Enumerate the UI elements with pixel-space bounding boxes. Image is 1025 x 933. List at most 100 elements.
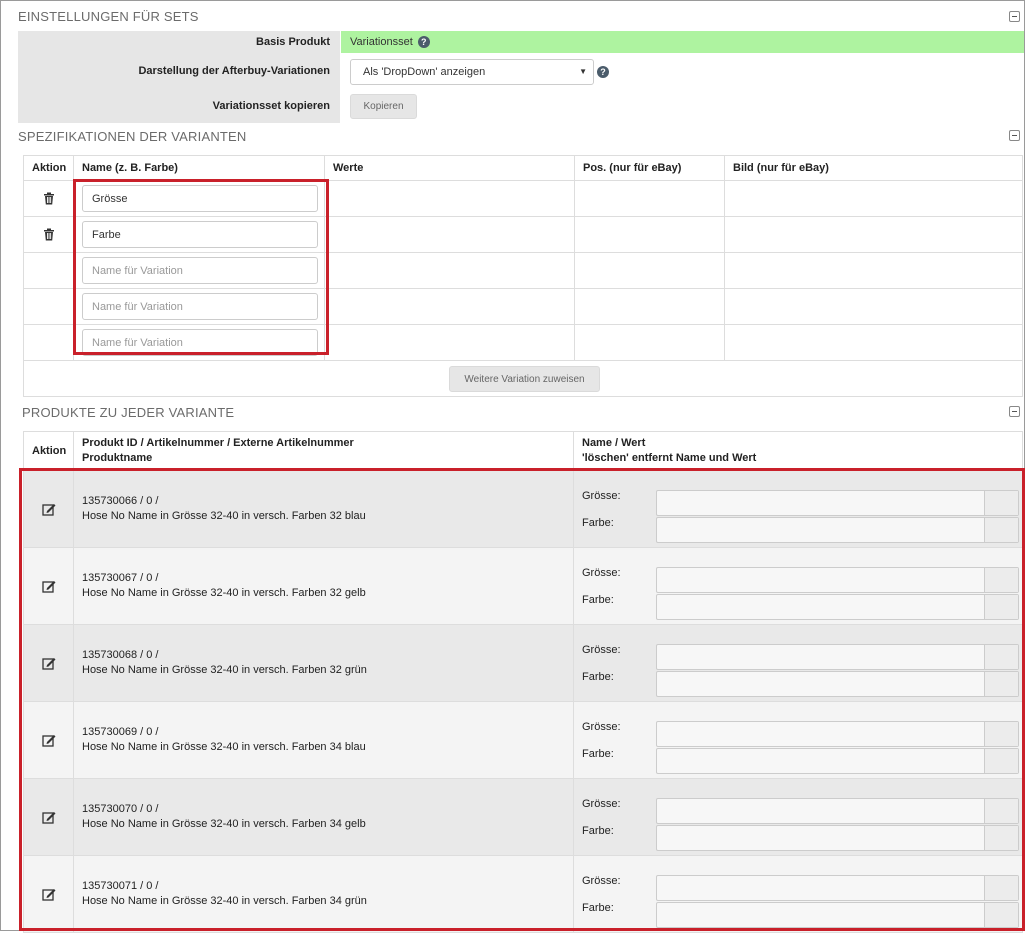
col-werte: Werte <box>324 155 575 181</box>
edit-icon[interactable] <box>41 733 56 747</box>
product-nv-cell: Grösse: Farbe: <box>573 624 1023 702</box>
color-value-input[interactable] <box>656 594 1019 620</box>
kopieren-button[interactable]: Kopieren <box>350 94 417 119</box>
size-label: Grösse: <box>582 567 621 579</box>
product-info-cell: 135730068 / 0 / Hose No Name in Grösse 32… <box>73 624 574 702</box>
product-ids: 135730067 / 0 / <box>82 572 159 584</box>
color-label: Farbe: <box>582 671 614 683</box>
product-info-cell: 135730067 / 0 / Hose No Name in Grösse 32… <box>73 547 574 625</box>
col-pos: Pos. (nur für eBay) <box>574 155 725 181</box>
size-value-input[interactable] <box>656 490 1019 516</box>
product-info-cell: 135730066 / 0 / Hose No Name in Grösse 32… <box>73 470 574 548</box>
specs-header-row: Aktion Name (z. B. Farbe) Werte Pos. (nu… <box>23 155 1023 181</box>
product-row: 135730067 / 0 / Hose No Name in Grösse 32… <box>23 547 1023 625</box>
size-label: Grösse: <box>582 490 621 502</box>
product-action-cell <box>23 547 74 625</box>
color-value-addon[interactable] <box>984 826 1018 850</box>
col-name: Name (z. B. Farbe) <box>73 155 325 181</box>
size-value-addon[interactable] <box>984 645 1018 669</box>
color-label: Farbe: <box>582 825 614 837</box>
collapse-settings-icon[interactable] <box>1009 11 1020 22</box>
color-label: Farbe: <box>582 748 614 760</box>
color-value-addon[interactable] <box>984 672 1018 696</box>
color-value-input[interactable] <box>656 748 1019 774</box>
col-product-line2: Produktname <box>82 451 153 464</box>
product-info-cell: 135730071 / 0 / Hose No Name in Grösse 32… <box>73 855 574 933</box>
spec-row: Grösse <box>23 180 1023 217</box>
size-label: Grösse: <box>582 875 621 887</box>
spec-name-cell: Farbe <box>73 216 325 253</box>
specs-table: Aktion Name (z. B. Farbe) Werte Pos. (nu… <box>23 155 1023 397</box>
color-value-input[interactable] <box>656 517 1019 543</box>
size-value-input[interactable] <box>656 875 1019 901</box>
settings-section-title: EINSTELLUNGEN FÜR SETS <box>18 9 199 24</box>
variation-name-input[interactable]: Name für Variation <box>82 293 318 320</box>
spec-name-cell: Name für Variation <box>73 324 325 361</box>
edit-icon[interactable] <box>41 810 56 824</box>
edit-icon[interactable] <box>41 579 56 593</box>
products-section-title: PRODUKTE ZU JEDER VARIANTE <box>22 405 235 420</box>
spec-action-cell <box>23 216 74 253</box>
color-value-addon[interactable] <box>984 518 1018 542</box>
product-name: Hose No Name in Grösse 32-40 in versch. … <box>82 741 366 753</box>
product-name: Hose No Name in Grösse 32-40 in versch. … <box>82 587 366 599</box>
trash-icon[interactable] <box>43 228 55 241</box>
col-nv-line2: 'löschen' entfernt Name und Wert <box>582 451 757 464</box>
spec-action-cell <box>23 180 74 217</box>
kopieren-label: Variationsset kopieren <box>18 89 340 123</box>
trash-icon[interactable] <box>43 192 55 205</box>
size-value-addon[interactable] <box>984 876 1018 900</box>
size-value-input[interactable] <box>656 567 1019 593</box>
product-nv-cell: Grösse: Farbe: <box>573 778 1023 856</box>
product-action-cell <box>23 855 74 933</box>
edit-icon[interactable] <box>41 887 56 901</box>
color-value-input[interactable] <box>656 671 1019 697</box>
products-header-row: Aktion Produkt ID / Artikelnummer / Exte… <box>23 431 1023 470</box>
variation-name-input[interactable]: Grösse <box>82 185 318 212</box>
product-ids: 135730068 / 0 / <box>82 649 159 661</box>
product-nv-cell: Grösse: Farbe: <box>573 701 1023 779</box>
product-action-cell <box>23 701 74 779</box>
col-bild: Bild (nur für eBay) <box>724 155 1023 181</box>
product-ids: 135730071 / 0 / <box>82 880 159 892</box>
color-value-addon[interactable] <box>984 595 1018 619</box>
size-value-addon[interactable] <box>984 722 1018 746</box>
product-row: 135730068 / 0 / Hose No Name in Grösse 32… <box>23 624 1023 702</box>
product-name: Hose No Name in Grösse 32-40 in versch. … <box>82 510 366 522</box>
color-value-addon[interactable] <box>984 903 1018 927</box>
collapse-specs-icon[interactable] <box>1009 130 1020 141</box>
size-value-addon[interactable] <box>984 491 1018 515</box>
product-ids: 135730070 / 0 / <box>82 803 159 815</box>
caret-down-icon: ▼ <box>579 67 587 76</box>
color-value-input[interactable] <box>656 825 1019 851</box>
size-value-input[interactable] <box>656 644 1019 670</box>
product-row: 135730070 / 0 / Hose No Name in Grösse 32… <box>23 778 1023 856</box>
product-info-cell: 135730069 / 0 / Hose No Name in Grösse 32… <box>73 701 574 779</box>
edit-icon[interactable] <box>41 502 56 516</box>
size-label: Grösse: <box>582 644 621 656</box>
darstellung-select[interactable]: Als 'DropDown' anzeigen ▼ <box>350 59 594 85</box>
product-action-cell <box>23 778 74 856</box>
weitere-variation-button[interactable]: Weitere Variation zuweisen <box>449 366 600 392</box>
spec-row: Name für Variation <box>23 252 1023 289</box>
color-label: Farbe: <box>582 594 614 606</box>
specs-footer-row: Weitere Variation zuweisen <box>23 360 1023 397</box>
help-icon[interactable]: ? <box>597 66 609 78</box>
color-label: Farbe: <box>582 517 614 529</box>
product-nv-cell: Grösse: Farbe: <box>573 547 1023 625</box>
size-value-input[interactable] <box>656 721 1019 747</box>
size-value-addon[interactable] <box>984 799 1018 823</box>
size-value-input[interactable] <box>656 798 1019 824</box>
variation-name-input[interactable]: Name für Variation <box>82 257 318 284</box>
size-label: Grösse: <box>582 721 621 733</box>
color-value-input[interactable] <box>656 902 1019 928</box>
darstellung-selected: Als 'DropDown' anzeigen <box>363 66 486 78</box>
help-icon[interactable]: ? <box>417 36 430 48</box>
color-value-addon[interactable] <box>984 749 1018 773</box>
product-ids: 135730069 / 0 / <box>82 726 159 738</box>
size-value-addon[interactable] <box>984 568 1018 592</box>
variation-name-input[interactable]: Name für Variation <box>82 329 318 356</box>
variation-name-input[interactable]: Farbe <box>82 221 318 248</box>
collapse-products-icon[interactable] <box>1009 406 1020 417</box>
edit-icon[interactable] <box>41 656 56 670</box>
